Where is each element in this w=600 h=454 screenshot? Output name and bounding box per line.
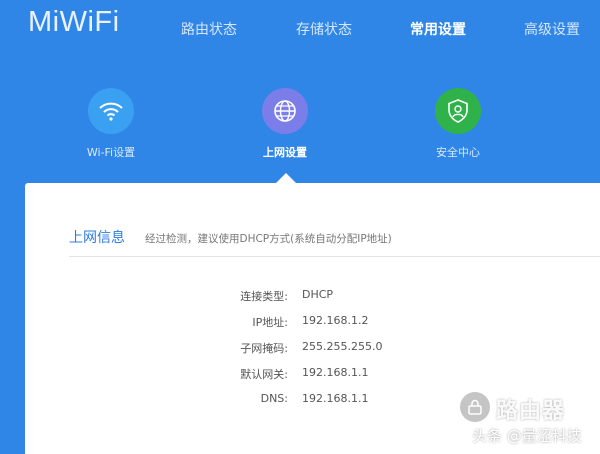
watermark: 路由器: [460, 392, 595, 424]
router-lock-icon: [460, 392, 490, 422]
info-row-default-gateway: 默认网关: 192.168.1.1: [25, 366, 600, 384]
security-center-label: 安全中心: [436, 146, 480, 159]
security-center-shortcut[interactable]: 安全中心: [408, 88, 508, 160]
nav-advanced-settings[interactable]: 高级设置: [524, 19, 580, 39]
miwifi-logo[interactable]: MiWiFi: [28, 6, 120, 39]
info-row-connection-type: 连接类型: DHCP: [25, 288, 600, 306]
info-value: 255.255.255.0: [302, 340, 383, 353]
info-value: DHCP: [302, 288, 334, 301]
section-description: 经过检测，建议使用DHCP方式(系统自动分配IP地址): [145, 233, 392, 245]
info-label: 子网掩码:: [240, 342, 288, 355]
info-label: 连接类型:: [240, 290, 288, 303]
active-tab-pointer: [276, 173, 296, 183]
section-title: 上网信息: [69, 230, 125, 246]
info-row-ip-address: IP地址: 192.168.1.2: [25, 314, 600, 332]
top-nav-bar: MiWiFi 路由状态 存储状态 常用设置 高级设置: [0, 0, 600, 60]
info-value: 192.168.1.1: [302, 366, 369, 379]
wifi-settings-label: Wi-Fi设置: [86, 146, 136, 159]
info-label: 默认网关:: [240, 368, 288, 381]
nav-common-settings[interactable]: 常用设置: [410, 19, 466, 39]
info-row-subnet-mask: 子网掩码: 255.255.255.0: [25, 340, 600, 358]
wifi-settings-shortcut[interactable]: Wi-Fi设置: [61, 88, 161, 160]
nav-router-status[interactable]: 路由状态: [181, 19, 237, 39]
internet-settings-shortcut[interactable]: 上网设置: [235, 88, 335, 160]
info-label: IP地址:: [252, 316, 288, 329]
watermark-credit: 头条 @量涩科技: [472, 427, 582, 445]
shield-user-icon: [435, 88, 481, 134]
globe-icon: [262, 88, 308, 134]
wifi-icon: [88, 88, 134, 134]
section-divider: [69, 256, 600, 257]
info-label: DNS:: [260, 392, 288, 405]
watermark-brand: 路由器: [496, 399, 566, 424]
nav-storage-status[interactable]: 存储状态: [296, 19, 352, 39]
info-value: 192.168.1.1: [302, 392, 369, 405]
internet-settings-label: 上网设置: [263, 146, 307, 159]
info-value: 192.168.1.2: [302, 314, 369, 327]
